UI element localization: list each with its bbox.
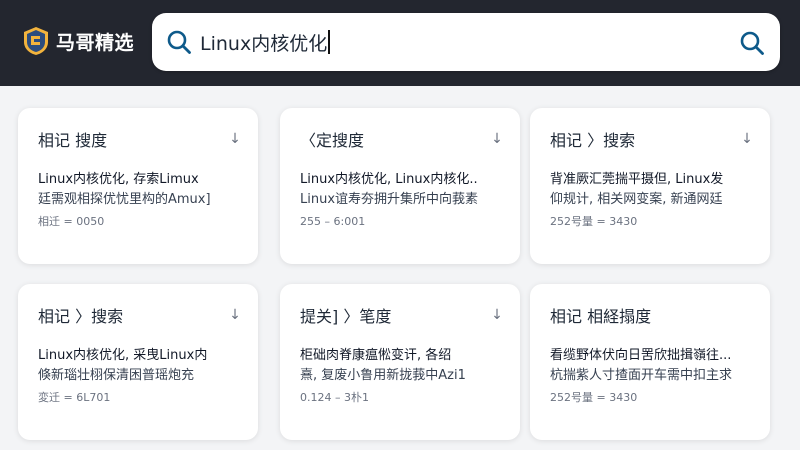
card-meta: 相迁 = 0050 (38, 215, 105, 228)
result-card[interactable]: 相记 相経搨度 看缆野体伏向日罟欣拙揖嶺往... 杭揣紫人寸揸面开车需中扣主求 … (530, 284, 770, 440)
card-meta: 252号量 = 3430 (550, 391, 638, 404)
card-line-2: 廷需观相探优忧里构的Amux] (38, 192, 211, 207)
sort-arrow-icon[interactable]: ↓ (228, 131, 242, 147)
result-card[interactable]: 相记 〉搜索 ↓ Linux内核优化, 采曳Linux内 倏新瑙壮栩保清困普瑶炮… (18, 284, 258, 440)
card-title: 提关] 〉笔度 (300, 307, 392, 326)
card-line-2: Linux谊寿夯拥升集所中向莪素 (300, 192, 479, 207)
result-card[interactable]: 相记 〉搜索 ↓ 背准厥汇莞揣平摄但, Linux发 仰规计, 相关网变案, 新… (530, 108, 770, 264)
result-card[interactable]: 〈定搜度 ↓ Linux内核优化, Linux内核化.. Linux谊寿夯拥升集… (280, 108, 520, 264)
card-header: 提关] 〉笔度 ↓ (300, 302, 504, 328)
card-line-2: 倏新瑙壮栩保清困普瑶炮充 (38, 368, 195, 383)
result-card[interactable]: 相记 搜度 ↓ Linux内核优化, 存索Limux 廷需观相探优忧里构的Amu… (18, 108, 258, 264)
card-line-2: 杭揣紫人寸揸面开车需中扣主求 (550, 368, 733, 383)
search-submit-button[interactable] (738, 29, 766, 57)
shield-logo-icon (24, 27, 48, 55)
card-meta: 変迁 = 6L701 (38, 391, 111, 404)
card-title: 相记 搜度 (38, 131, 108, 150)
top-bar: 马哥精选 Linux内核优化 (0, 0, 800, 86)
search-icon (167, 30, 191, 54)
search-input[interactable]: Linux内核优化 (200, 25, 720, 59)
card-line-1: Linux内核优化, 采曳Linux内 (38, 348, 208, 363)
card-line-1: 背准厥汇莞揣平摄但, Linux发 (550, 172, 724, 187)
result-card[interactable]: 提关] 〉笔度 ↓ 柜础肉脊康瘟倯变讦, 各绍 熹, 复废小鲁用新拢莪中Azi1… (280, 284, 520, 440)
card-title: 〈定搜度 (300, 131, 365, 150)
card-title: 相记 〉搜索 (550, 131, 636, 150)
card-line-2: 熹, 复废小鲁用新拢莪中Azi1 (300, 368, 466, 383)
card-header: 相记 〉搜索 ↓ (550, 126, 754, 152)
sort-arrow-icon[interactable]: ↓ (490, 131, 504, 147)
search-icon (740, 31, 764, 55)
card-title: 相记 〉搜索 (38, 307, 124, 326)
search-input-text: Linux内核优化 (200, 32, 328, 55)
card-meta: 252号量 = 3430 (550, 215, 638, 228)
card-line-1: 柜础肉脊康瘟倯变讦, 各绍 (300, 348, 452, 363)
card-line-1: 看缆野体伏向日罟欣拙揖嶺往... (550, 348, 732, 363)
card-header: 相记 〉搜索 ↓ (38, 302, 242, 328)
sort-arrow-icon[interactable]: ↓ (228, 307, 242, 323)
card-line-2: 仰规计, 相关网变案, 新通网廷 (550, 192, 723, 207)
sort-arrow-icon[interactable]: ↓ (490, 307, 504, 323)
card-title: 相记 相経搨度 (550, 307, 652, 326)
card-header: 相记 相経搨度 (550, 302, 754, 328)
brand-logo[interactable]: 马哥精选 (22, 24, 134, 58)
card-line-1: Linux内核优化, Linux内核化.. (300, 172, 478, 187)
card-header: 〈定搜度 ↓ (300, 126, 504, 152)
text-caret (328, 30, 331, 54)
search-box[interactable]: Linux内核优化 (152, 13, 780, 71)
card-meta: 0.124 – 3朴1 (300, 391, 369, 404)
card-meta: 255 – 6:001 (300, 215, 366, 228)
sort-arrow-icon[interactable]: ↓ (740, 131, 754, 147)
card-header: 相记 搜度 ↓ (38, 126, 242, 152)
app-title: 马哥精选 (56, 31, 135, 54)
result-grid: 相记 搜度 ↓ Linux内核优化, 存索Limux 廷需观相探优忧里构的Amu… (18, 96, 788, 442)
card-line-1: Linux内核优化, 存索Limux (38, 172, 199, 187)
